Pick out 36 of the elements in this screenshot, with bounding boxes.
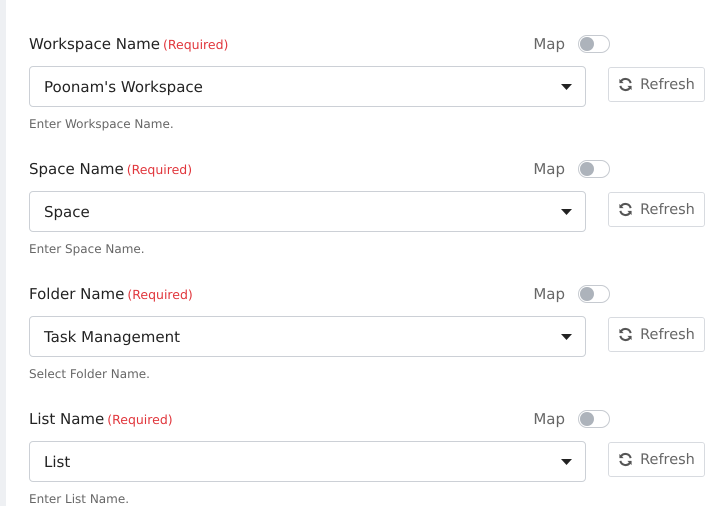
help-text: Enter Space Name. [29, 242, 146, 256]
field-label: Folder Name [29, 285, 124, 303]
help-text: Enter Workspace Name. [29, 117, 175, 131]
caret-icon [561, 458, 572, 464]
required-note: (Required) [107, 412, 173, 426]
caret-icon [561, 208, 572, 214]
field-label: Space Name [29, 160, 124, 178]
caret-icon [561, 334, 572, 340]
refresh-button[interactable]: Refresh [608, 442, 705, 477]
map-toggle[interactable] [578, 285, 610, 303]
required-note: (Required) [126, 162, 192, 176]
required-note: (Required) [163, 36, 228, 52]
required-note: (Required) [127, 286, 193, 302]
map-toggle[interactable] [578, 35, 610, 53]
map-label: Map [533, 160, 565, 178]
caret-icon [561, 84, 572, 90]
dropdown[interactable]: Poonam's Workspace [29, 66, 586, 107]
map-label: Map [533, 35, 565, 53]
dropdown[interactable]: Task Management [29, 316, 586, 357]
refresh-icon [618, 327, 634, 342]
map-label: Map [533, 285, 565, 303]
refresh-icon [618, 202, 634, 217]
dropdown[interactable]: Space [29, 191, 586, 232]
refresh-button[interactable]: Refresh [608, 317, 705, 352]
refresh-button[interactable]: Refresh [608, 67, 705, 102]
help-text: Select Folder Name. [29, 367, 151, 381]
field-label: Workspace Name [29, 35, 160, 53]
field-label: List Name [29, 410, 104, 428]
map-toggle[interactable] [578, 160, 610, 178]
help-text: Enter List Name. [29, 492, 130, 506]
refresh-icon [618, 77, 634, 92]
refresh-icon [618, 452, 634, 467]
refresh-button[interactable]: Refresh [608, 192, 705, 227]
map-label: Map [533, 410, 565, 428]
dropdown[interactable]: List [29, 441, 586, 482]
map-toggle[interactable] [578, 410, 610, 428]
